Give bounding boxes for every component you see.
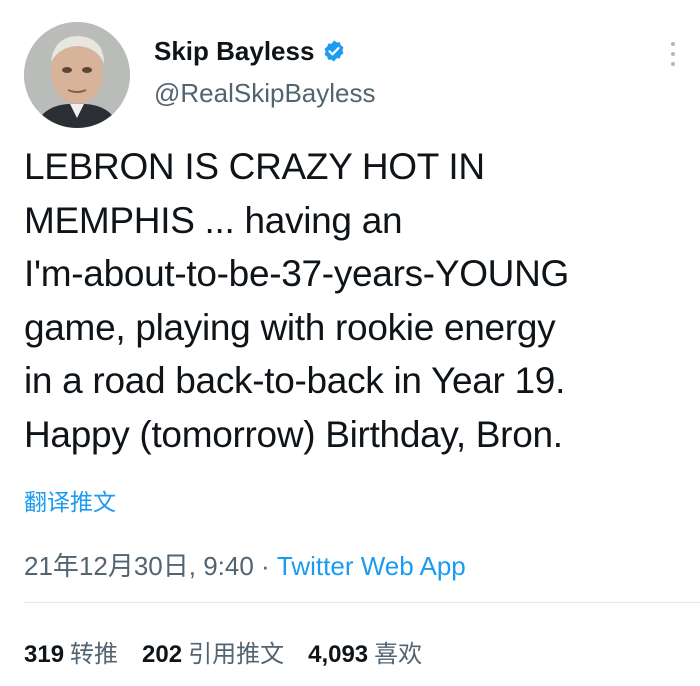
translate-tweet-link[interactable]: 翻译推文 [24,483,116,517]
retweets-label: 转推 [70,641,119,668]
tweet-source-link[interactable]: Twitter Web App [277,551,466,581]
profile-photo-icon [24,22,130,128]
tweet-timestamp[interactable]: 21年12月30日, 9:40 [24,551,254,581]
author-handle[interactable]: @RealSkipBayless [154,76,375,110]
author-display-name[interactable]: Skip Bayless [154,34,314,68]
author-name-row[interactable]: Skip Bayless [154,34,375,68]
avatar[interactable] [24,22,130,128]
likes-stat[interactable]: 4,093 喜欢 [308,634,422,669]
verified-badge-icon [325,40,344,62]
tweet-meta: 21年12月30日, 9:40 · Twitter Web App [24,546,466,583]
more-options-icon[interactable] [666,38,680,74]
quotes-stat[interactable]: 202 引用推文 [142,634,284,669]
divider [24,602,700,603]
retweets-count: 319 [24,641,65,668]
tweet-card: Skip Bayless @RealSkipBayless LEBRON IS … [0,0,700,686]
likes-count: 4,093 [308,641,369,668]
retweets-stat[interactable]: 319 转推 [24,634,118,669]
author-block: Skip Bayless @RealSkipBayless [154,34,375,110]
quotes-label: 引用推文 [188,641,285,668]
quotes-count: 202 [142,641,183,668]
meta-separator: · [253,551,277,581]
tweet-text: LEBRON IS CRAZY HOT IN MEMPHIS ... havin… [24,146,570,455]
likes-label: 喜欢 [374,641,423,668]
engagement-stats: 319 转推 202 引用推文 4,093 喜欢 [24,634,422,669]
